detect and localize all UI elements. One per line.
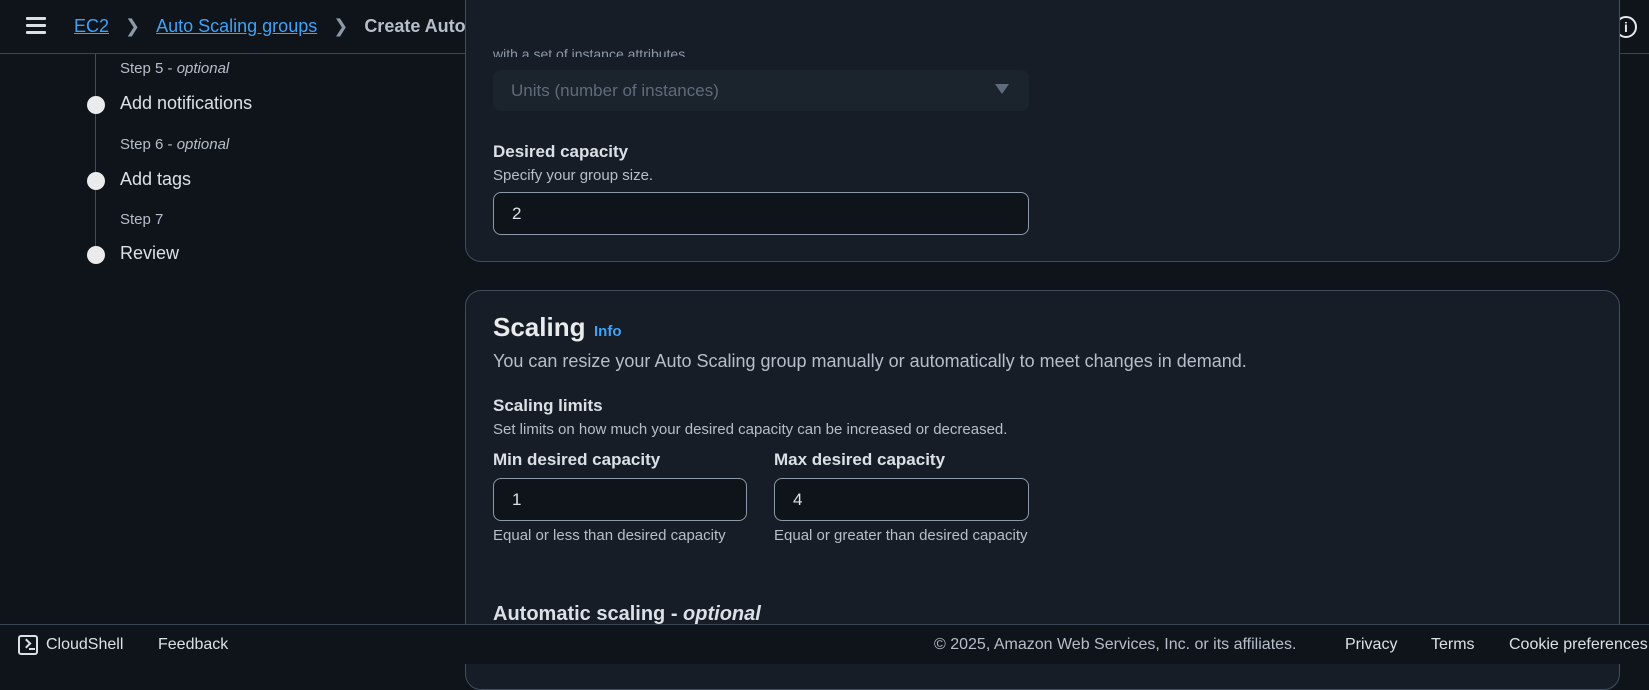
max-capacity-label: Max desired capacity: [774, 450, 946, 469]
terms-link[interactable]: Terms: [1431, 636, 1475, 654]
step-5-label: Step 5 - optional: [120, 60, 230, 77]
feedback-link[interactable]: Feedback: [158, 636, 228, 654]
scaling-info-link[interactable]: Info: [594, 323, 622, 340]
min-capacity-input[interactable]: [493, 478, 747, 521]
wizard-steps: Step 5 - optional Add notifications Step…: [80, 54, 440, 624]
scaling-limits-label: Scaling limits: [493, 396, 603, 415]
chevron-right-icon: ❯: [125, 16, 141, 36]
max-capacity-input[interactable]: [774, 478, 1029, 521]
min-capacity-label: Min desired capacity: [493, 450, 661, 469]
scaling-title: Scaling: [493, 312, 586, 342]
breadcrumb-ec2[interactable]: EC2: [74, 16, 109, 37]
cloudshell-icon[interactable]: [18, 635, 38, 655]
step-5-title[interactable]: Add notifications: [120, 93, 252, 114]
step-7-label: Step 7: [120, 211, 164, 228]
cookie-preferences-link[interactable]: Cookie preferences: [1509, 636, 1648, 654]
cloudshell-link[interactable]: CloudShell: [46, 636, 123, 654]
caret-down-icon: [995, 84, 1009, 94]
step-indicator-dot: [87, 96, 105, 114]
min-capacity-hint: Equal or less than desired capacity: [493, 527, 726, 544]
step-6-label: Step 6 - optional: [120, 136, 230, 153]
footer: CloudShell Feedback © 2025, Amazon Web S…: [0, 624, 1649, 664]
privacy-link[interactable]: Privacy: [1345, 636, 1397, 654]
scaling-limits-description: Set limits on how much your desired capa…: [493, 421, 1008, 438]
cutoff-description: with a set of instance attributes.: [493, 46, 690, 57]
breadcrumb-auto-scaling-groups[interactable]: Auto Scaling groups: [156, 16, 317, 37]
desired-capacity-label: Desired capacity: [493, 142, 629, 161]
capacity-units-select: Units (number of instances): [493, 70, 1029, 111]
step-indicator-dot: [87, 246, 105, 264]
steps-connector-line: [95, 54, 96, 250]
step-7-title[interactable]: Review: [120, 243, 179, 264]
automatic-scaling-title: Automatic scaling - optional: [493, 603, 761, 625]
menu-icon[interactable]: [26, 17, 46, 37]
step-indicator-dot: [87, 172, 105, 190]
capacity-units-value: Units (number of instances): [511, 80, 719, 100]
scaling-description: You can resize your Auto Scaling group m…: [493, 351, 1247, 371]
chevron-right-icon: ❯: [333, 16, 349, 36]
desired-capacity-description: Specify your group size.: [493, 167, 654, 184]
copyright-text: © 2025, Amazon Web Services, Inc. or its…: [934, 636, 1297, 653]
max-capacity-hint: Equal or greater than desired capacity: [774, 527, 1028, 544]
step-6-title[interactable]: Add tags: [120, 169, 191, 190]
desired-capacity-input[interactable]: [493, 192, 1029, 235]
